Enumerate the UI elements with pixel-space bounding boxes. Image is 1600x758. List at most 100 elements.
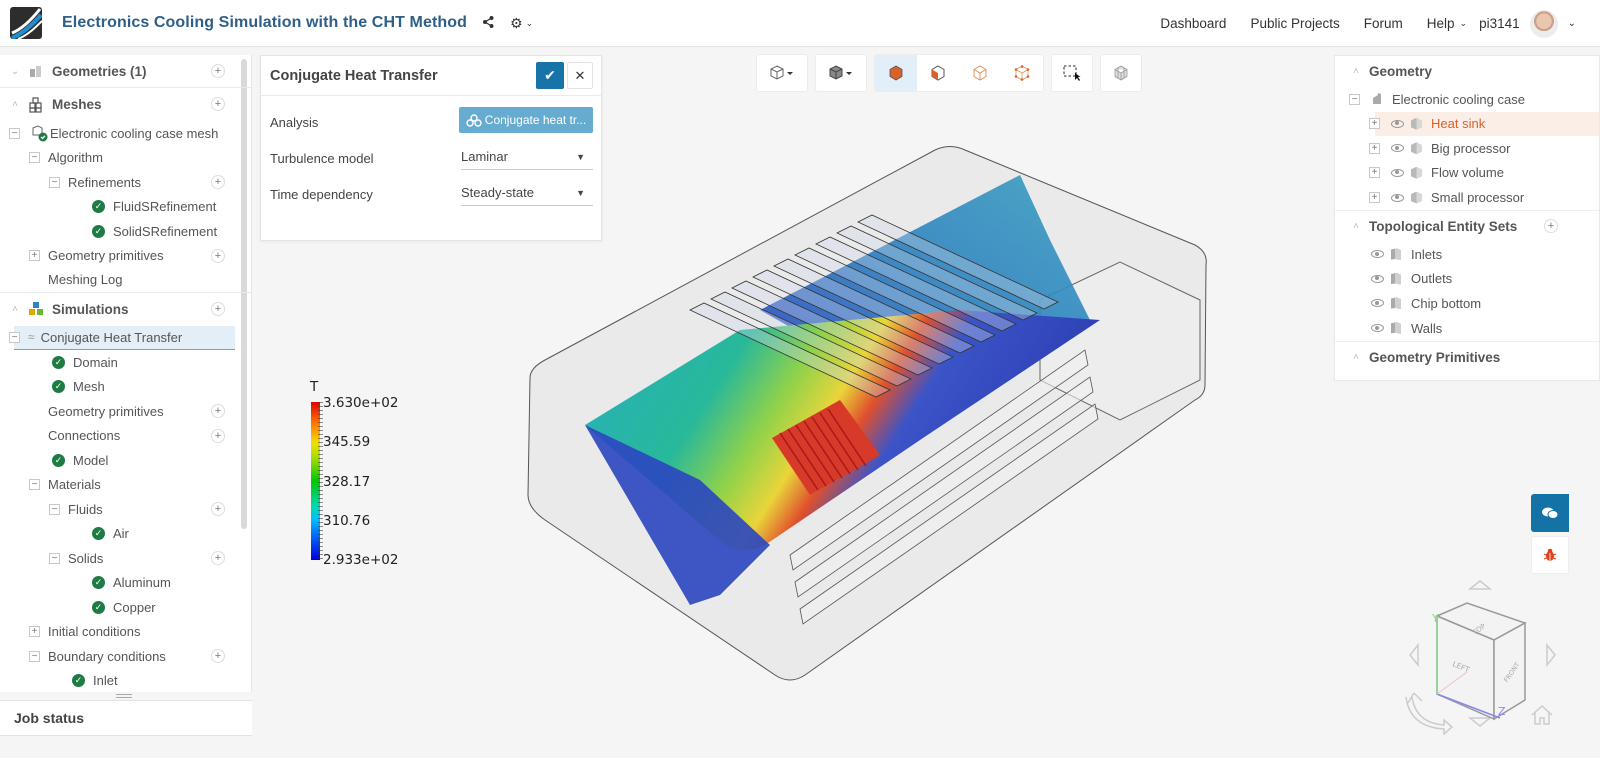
collapse-toggle[interactable]: −	[29, 650, 40, 662]
collapse-toggle[interactable]: −	[49, 552, 60, 564]
nav-help[interactable]: Help ⌄	[1427, 16, 1467, 31]
tree-item-domain[interactable]: ✓ Domain	[0, 350, 251, 375]
tree-item-fluids[interactable]: − Fluids +	[0, 497, 251, 522]
scene-item-part[interactable]: + Small processor	[1335, 185, 1599, 211]
chevron-up-icon[interactable]: ˄	[8, 304, 22, 315]
collapse-toggle[interactable]: −	[9, 127, 20, 139]
collapse-toggle[interactable]: −	[29, 152, 40, 164]
tree-item-boundary-conditions[interactable]: − Boundary conditions +	[0, 644, 251, 669]
scene-item-part[interactable]: + Big processor	[1369, 136, 1599, 161]
tree-item-model[interactable]: ✓ Model	[0, 448, 251, 473]
tree-item-connections[interactable]: Connections +	[0, 424, 251, 449]
tree-item-geometry-primitives[interactable]: + Geometry primitives +	[0, 244, 251, 269]
rotate-view-arrow-icon[interactable]	[1405, 692, 1454, 735]
scene-item-part[interactable]: + Flow volume	[1369, 161, 1599, 186]
section-simulations[interactable]: ˄ Simulations +	[0, 293, 251, 326]
user-name[interactable]: pi3141	[1479, 16, 1520, 31]
view-mode-dropdown[interactable]	[756, 54, 808, 92]
add-primitive-button[interactable]: +	[211, 248, 225, 263]
tree-item-mesh[interactable]: − Electronic cooling case mesh	[0, 121, 251, 146]
panel-resize-handle[interactable]	[110, 692, 138, 700]
rotate-up-arrow-icon[interactable]	[1467, 580, 1493, 590]
add-mesh-button[interactable]: +	[211, 97, 225, 111]
rotate-right-arrow-icon[interactable]	[1546, 642, 1556, 668]
expand-toggle[interactable]: +	[1369, 192, 1380, 203]
app-logo[interactable]	[10, 7, 42, 39]
section-geometries[interactable]: ⌄ Geometries (1) +	[0, 55, 251, 88]
chevron-up-icon[interactable]: ˄	[1353, 352, 1363, 363]
expand-toggle[interactable]: +	[29, 250, 40, 262]
scene-item-part[interactable]: + Heat sink	[1369, 111, 1599, 136]
entity-set-item[interactable]: Inlets	[1335, 242, 1599, 267]
chevron-up-icon[interactable]: ˄	[8, 99, 22, 110]
visibility-eye-icon[interactable]	[1391, 193, 1404, 202]
add-geometry-button[interactable]: +	[211, 64, 225, 78]
scene-settings-button[interactable]	[1100, 54, 1142, 92]
select-edge-button[interactable]	[959, 55, 1001, 91]
visibility-eye-icon[interactable]	[1371, 324, 1384, 332]
tree-item-initial-conditions[interactable]: + Initial conditions	[0, 620, 251, 645]
select-vertex-button[interactable]	[1001, 55, 1043, 91]
visibility-eye-icon[interactable]	[1391, 119, 1404, 128]
expand-toggle[interactable]: +	[1369, 142, 1380, 154]
visibility-eye-icon[interactable]	[1371, 299, 1384, 308]
collapse-toggle[interactable]: −	[49, 503, 60, 515]
chevron-up-icon[interactable]: ˄	[1353, 66, 1363, 77]
tree-item-mesh-ref[interactable]: ✓ Mesh	[0, 375, 251, 400]
collapse-toggle[interactable]: −	[49, 176, 60, 188]
tree-item-refinement[interactable]: ✓ FluidSRefinement	[0, 195, 251, 220]
add-solid-button[interactable]: +	[211, 551, 225, 565]
section-meshes[interactable]: ˄ Meshes +	[0, 88, 251, 121]
tree-item-air[interactable]: ✓ Air	[0, 522, 251, 547]
tree-item-refinements[interactable]: − Refinements +	[0, 170, 251, 195]
visibility-eye-icon[interactable]	[1391, 168, 1404, 177]
section-topological-entity-sets[interactable]: ˄ Topological Entity Sets +	[1335, 211, 1599, 242]
section-geometry[interactable]: ˄ Geometry	[1335, 56, 1599, 87]
add-simulation-button[interactable]: +	[211, 301, 225, 316]
add-primitive-button[interactable]: +	[211, 404, 225, 418]
share-button[interactable]	[483, 15, 494, 31]
collapse-toggle[interactable]: −	[29, 479, 40, 491]
add-fluid-button[interactable]: +	[211, 502, 225, 516]
expand-toggle[interactable]: +	[29, 626, 40, 638]
tree-item-solids[interactable]: − Solids +	[0, 546, 251, 571]
expand-toggle[interactable]: +	[1369, 118, 1380, 130]
nav-dashboard[interactable]: Dashboard	[1160, 16, 1226, 31]
box-select-button[interactable]	[1051, 54, 1093, 92]
entity-set-item[interactable]: Outlets	[1335, 267, 1599, 292]
tree-item-materials[interactable]: − Materials	[0, 473, 251, 498]
visibility-eye-icon[interactable]	[1371, 274, 1384, 283]
chevron-down-icon[interactable]: ⌄	[8, 66, 22, 77]
render-mode-dropdown[interactable]	[815, 54, 867, 92]
section-geometry-primitives[interactable]: ˄ Geometry Primitives	[1335, 342, 1599, 373]
visibility-eye-icon[interactable]	[1391, 144, 1404, 153]
add-entity-set-button[interactable]: +	[1544, 219, 1558, 233]
turbulence-model-select[interactable]: Laminar ▼	[461, 144, 593, 170]
tree-item-meshing-log[interactable]: Meshing Log	[0, 268, 251, 293]
rotate-left-arrow-icon[interactable]	[1409, 642, 1419, 668]
avatar[interactable]	[1529, 9, 1558, 38]
collapse-toggle[interactable]: −	[1349, 93, 1360, 105]
user-menu-chevron-icon[interactable]: ⌄	[1568, 18, 1576, 29]
report-bug-button[interactable]	[1531, 536, 1569, 574]
tree-item-aluminum[interactable]: ✓ Aluminum	[0, 571, 251, 596]
tree-item-copper[interactable]: ✓ Copper	[0, 595, 251, 620]
chevron-up-icon[interactable]: ˄	[1353, 221, 1363, 232]
nav-forum[interactable]: Forum	[1364, 16, 1403, 31]
settings-dropdown[interactable]: ⚙ ⌄	[510, 15, 533, 32]
confirm-button[interactable]: ✔	[536, 62, 564, 89]
tree-item-inlet[interactable]: ✓ Inlet	[0, 669, 251, 693]
entity-set-item[interactable]: Chip bottom	[1335, 291, 1599, 316]
chat-button[interactable]	[1531, 494, 1569, 532]
cube[interactable]	[1435, 602, 1527, 721]
add-connection-button[interactable]: +	[211, 428, 225, 443]
job-status-panel[interactable]: Job status	[0, 700, 252, 736]
select-volume-button[interactable]	[875, 55, 917, 91]
add-boundary-condition-button[interactable]: +	[211, 649, 225, 663]
collapse-toggle[interactable]: −	[9, 331, 20, 343]
view-cube[interactable]: Y Z TOP LEFT FRONT	[1400, 575, 1560, 735]
add-refinement-button[interactable]: +	[211, 175, 225, 189]
visibility-eye-icon[interactable]	[1371, 250, 1384, 259]
tree-item-algorithm[interactable]: − Algorithm	[0, 146, 251, 171]
tree-item-simulation[interactable]: − ≈ Conjugate Heat Transfer	[9, 325, 235, 350]
